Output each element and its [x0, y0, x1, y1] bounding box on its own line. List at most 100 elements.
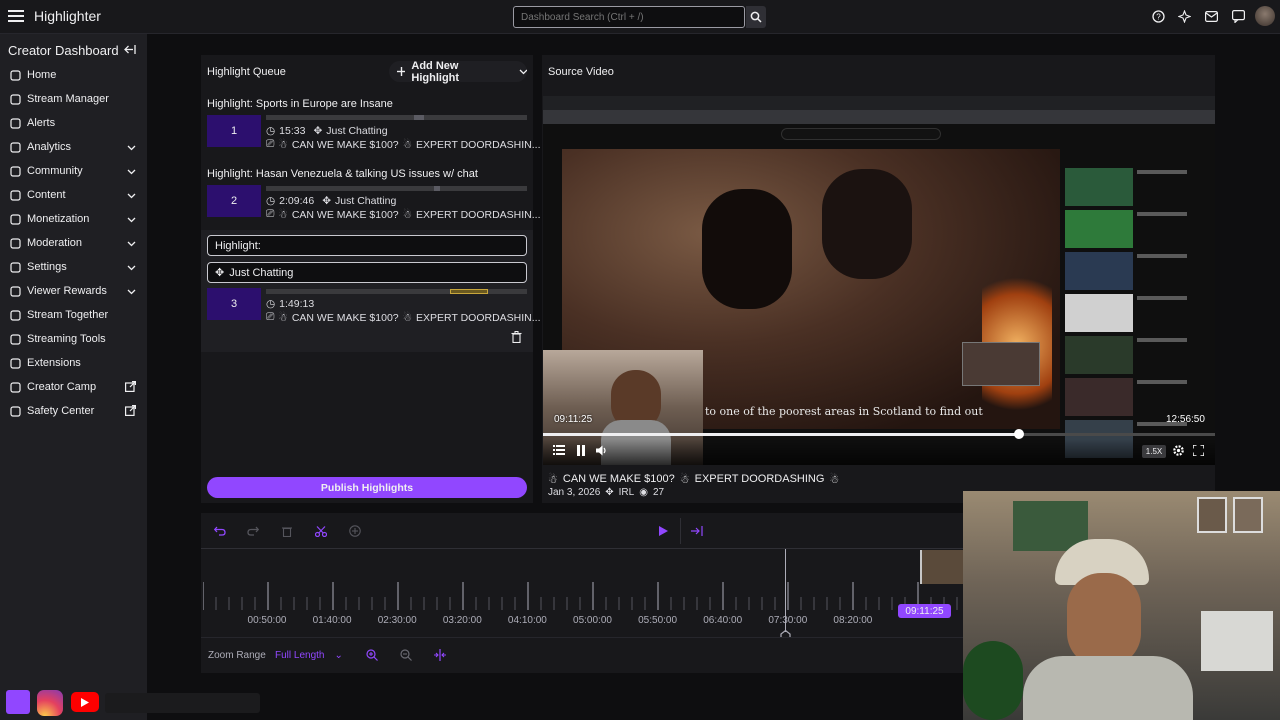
- video-player[interactable]: 09:11:25 to one of the poorest areas in …: [543, 96, 1215, 465]
- chevron-down-icon: [127, 190, 136, 202]
- jump-to-end-icon[interactable]: [688, 522, 706, 540]
- highlight-title-input-value: Highlight:: [215, 239, 261, 252]
- sidebar-item-creator-camp[interactable]: Creator Camp: [0, 377, 147, 397]
- chevron-down-icon: [127, 214, 136, 226]
- sidebar-item-label: Viewer Rewards: [27, 285, 107, 297]
- highlight-stream-rest: EXPERT DOORDASHIN...: [416, 208, 541, 221]
- inbox-icon[interactable]: [1205, 11, 1219, 25]
- settings-icon: [9, 261, 21, 273]
- fullscreen-icon[interactable]: [1192, 444, 1205, 459]
- playback-speed-button[interactable]: 1.5X: [1142, 445, 1166, 458]
- help-icon[interactable]: ?: [1152, 10, 1165, 26]
- clock-icon: ◷: [266, 125, 276, 137]
- chapters-list-icon[interactable]: [553, 445, 565, 458]
- playhead-time-badge[interactable]: 09:11:25: [898, 604, 951, 618]
- moderation-icon: [9, 237, 21, 249]
- total-time: 12:56:50: [1166, 414, 1205, 425]
- sidebar: Creator Dashboard Home Stream Manager Aler…: [0, 34, 147, 720]
- collapse-sidebar-icon[interactable]: [124, 44, 136, 58]
- sidebar-item-alerts[interactable]: Alerts: [0, 113, 147, 133]
- sidebar-item-label: Streaming Tools: [27, 333, 106, 345]
- alerts-icon: [9, 117, 21, 129]
- sidebar-item-stream-together[interactable]: Stream Together: [0, 305, 147, 325]
- timeline-track[interactable]: [202, 549, 963, 610]
- zoom-in-icon[interactable]: [366, 649, 378, 664]
- fit-timeline-icon[interactable]: [434, 649, 446, 664]
- add-new-highlight-button[interactable]: Add New Highlight: [389, 59, 527, 84]
- search-icon: [750, 11, 762, 23]
- sidebar-item-analytics[interactable]: Analytics: [0, 137, 147, 157]
- volume-icon[interactable]: [596, 445, 608, 459]
- timeline-tick-label: 05:00:00: [573, 615, 612, 626]
- zoom-out-icon[interactable]: [400, 649, 412, 664]
- timeline-tick-label: 02:30:00: [377, 615, 417, 626]
- seek-handle[interactable]: [1013, 429, 1024, 439]
- video-title: ☃ CAN WE MAKE $100? ☃ EXPERT DOORDASHING ☃: [548, 473, 839, 486]
- sidebar-item-safety-center[interactable]: Safety Center: [0, 401, 147, 421]
- highlight-number[interactable]: 2: [207, 185, 261, 217]
- play-icon[interactable]: [654, 522, 672, 540]
- sidebar-item-extensions[interactable]: Extensions: [0, 353, 147, 373]
- timeline-clip-thumbnail[interactable]: [920, 550, 963, 584]
- channel-name-watermark: [105, 693, 260, 713]
- external-link-icon: [125, 405, 136, 419]
- sidebar-item-community[interactable]: Community: [0, 161, 147, 181]
- menu-icon[interactable]: [8, 9, 24, 23]
- category-select[interactable]: ✥ Just Chatting: [207, 262, 527, 283]
- sidebar-item-label: Moderation: [27, 237, 83, 249]
- highlight-title[interactable]: Highlight: Sports in Europe are Insane: [207, 98, 393, 110]
- sidebar-item-label: Analytics: [27, 141, 72, 153]
- delete-icon[interactable]: [278, 522, 296, 540]
- sidebar-item-viewer-rewards[interactable]: Viewer Rewards: [0, 281, 147, 301]
- sidebar-item-stream-manager[interactable]: Stream Manager: [0, 89, 147, 109]
- external-link-icon: [125, 381, 136, 395]
- timeline-ruler: [202, 582, 958, 610]
- sidebar-item-monetization[interactable]: Monetization: [0, 209, 147, 229]
- scissors-icon[interactable]: [312, 522, 330, 540]
- sparkle-icon[interactable]: [1177, 9, 1192, 26]
- highlight-number[interactable]: 3: [207, 288, 261, 320]
- add-clip-icon[interactable]: [346, 522, 364, 540]
- highlight-stream: CAN WE MAKE $100?: [291, 311, 399, 324]
- trash-icon[interactable]: [511, 331, 522, 346]
- sidebar-item-streaming-tools[interactable]: Streaming Tools: [0, 329, 147, 349]
- zoom-range-select[interactable]: Full Length ⌄: [275, 650, 350, 661]
- whispers-icon[interactable]: [1232, 10, 1246, 26]
- zoom-range-label: Zoom Range: [208, 650, 266, 661]
- analytics-icon: [9, 141, 21, 153]
- recommended-video-text-line: [1137, 254, 1187, 258]
- browser-tab-strip: [543, 96, 1215, 110]
- settings-gear-icon[interactable]: [1172, 444, 1185, 460]
- emote-icon: ☃: [278, 311, 288, 324]
- emote-icon: ☃: [402, 208, 413, 221]
- timeline-tick-label: 07:30:00: [768, 615, 808, 626]
- pause-icon[interactable]: [576, 445, 586, 459]
- highlight-title[interactable]: Highlight: Hasan Venezuela & talking US …: [207, 168, 478, 180]
- youtube-logo-icon: [71, 692, 99, 712]
- sidebar-item-label: Stream Manager: [27, 93, 109, 105]
- highlight-title-input[interactable]: Highlight:: [207, 235, 527, 256]
- emote-icon: ☃: [278, 208, 288, 221]
- sidebar-item-moderation[interactable]: Moderation: [0, 233, 147, 253]
- search-button[interactable]: [746, 6, 766, 28]
- recommended-video-text-line: [1137, 296, 1187, 300]
- redo-icon[interactable]: [244, 522, 262, 540]
- timeline-tick-label: 03:20:00: [442, 615, 482, 626]
- sidebar-item-label: Settings: [27, 261, 67, 273]
- sidebar-item-home[interactable]: Home: [0, 65, 147, 85]
- emote-icon: ☃: [402, 138, 413, 151]
- dashboard-search-input[interactable]: [513, 6, 745, 28]
- sidebar-item-label: Safety Center: [27, 405, 95, 417]
- recommended-video-thumbnail: [1065, 294, 1133, 332]
- publish-highlights-button[interactable]: Publish Highlights: [207, 477, 527, 498]
- avatar[interactable]: [1255, 6, 1275, 26]
- wall-frame: [1233, 497, 1263, 533]
- recommended-video-text-line: [1137, 380, 1187, 384]
- undo-icon[interactable]: [211, 522, 229, 540]
- highlight-number[interactable]: 1: [207, 115, 261, 147]
- recommended-video-text-line: [1137, 338, 1187, 342]
- add-new-highlight-label: Add New Highlight: [411, 59, 460, 84]
- sidebar-item-settings[interactable]: Settings: [0, 257, 147, 277]
- category-icon: ✥: [605, 487, 614, 498]
- sidebar-item-content[interactable]: Content: [0, 185, 147, 205]
